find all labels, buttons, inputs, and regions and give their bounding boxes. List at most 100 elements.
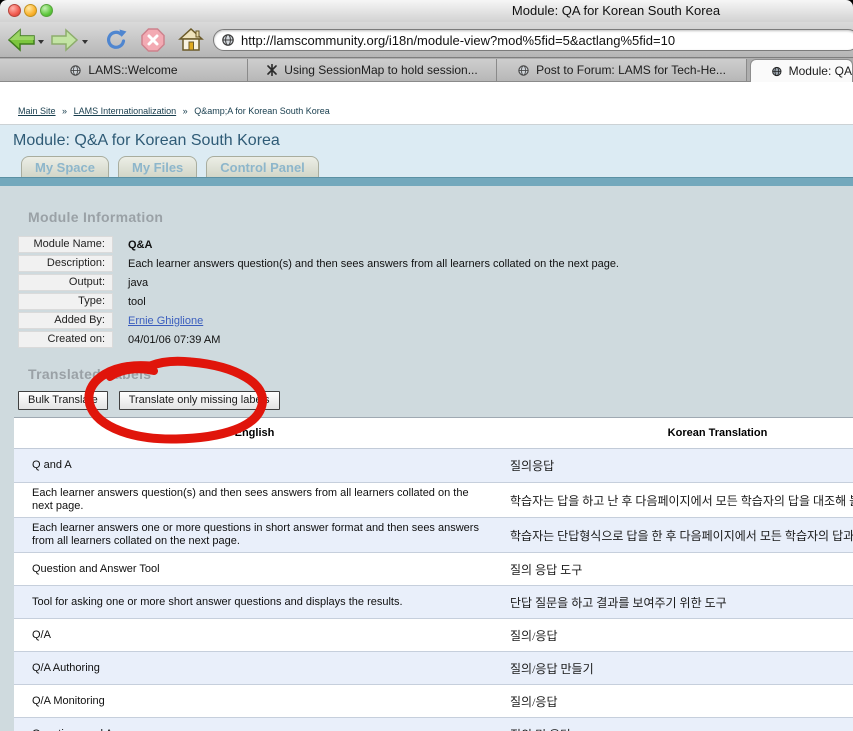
module-information-heading: Module Information — [28, 209, 163, 225]
english-cell: Q/A Monitoring — [14, 695, 495, 708]
back-icon[interactable] — [8, 28, 36, 52]
browser-tab-lams-welcome[interactable]: LAMS::Welcome — [0, 59, 248, 81]
field-label: Output: — [18, 274, 113, 291]
page-x-icon — [266, 64, 278, 76]
korean-cell: 학습자는 답을 하고 난 후 다음페이지에서 모든 학습자의 답을 대조해 볼 … — [495, 492, 853, 509]
site-nav-tabs: My Space My Files Control Panel — [21, 156, 328, 177]
browser-tab-post-forum[interactable]: Post to Forum: LAMS for Tech-He... — [497, 59, 747, 81]
created-on-value: 04/01/06 07:39 AM — [128, 334, 220, 346]
english-cell: Q and A — [14, 459, 495, 472]
english-cell: Question and Answer Tool — [14, 563, 495, 576]
stop-icon[interactable] — [139, 28, 167, 52]
browser-tab-label: Module: QA — [789, 64, 852, 78]
minimize-window-button[interactable] — [24, 4, 37, 17]
module-info-table: Module Name: Q&A Description: Each learn… — [18, 237, 619, 351]
home-icon[interactable] — [177, 28, 205, 52]
module-info-row: Added By: Ernie Ghiglione — [18, 313, 619, 328]
browser-tab-label: Post to Forum: LAMS for Tech-He... — [536, 63, 726, 77]
translation-table: English Korean Translation Q and A 질의응답 … — [14, 417, 853, 731]
module-info-row: Module Name: Q&A — [18, 237, 619, 252]
english-cell: Each learner answers one or more questio… — [14, 522, 495, 548]
breadcrumb-link-main-site[interactable]: Main Site — [18, 106, 56, 116]
breadcrumb-link-lams-i18n[interactable]: LAMS Internationalization — [74, 106, 177, 116]
field-label: Description: — [18, 255, 113, 272]
output-value: java — [128, 277, 148, 289]
tab-my-space[interactable]: My Space — [21, 156, 109, 177]
browser-tab-module-qa[interactable]: Module: QA — [750, 59, 853, 82]
window-title: Module: QA for Korean South Korea — [512, 3, 720, 18]
tab-control-panel[interactable]: Control Panel — [206, 156, 319, 177]
field-label: Created on: — [18, 331, 113, 348]
window-titlebar[interactable]: Module: QA for Korean South Korea — [0, 0, 853, 23]
korean-cell: 질의/응답 만들기 — [495, 660, 853, 677]
back-dropdown-icon[interactable] — [38, 40, 44, 44]
field-label: Type: — [18, 293, 113, 310]
browser-tabstrip: LAMS::Welcome Using SessionMap to hold s… — [0, 58, 853, 82]
description-value: Each learner answers question(s) and the… — [128, 258, 619, 270]
close-window-button[interactable] — [8, 4, 21, 17]
english-column-header: English — [14, 427, 495, 439]
page-top-area: Main Site » LAMS Internationalization » … — [0, 82, 853, 124]
breadcrumb-current: Q&amp;A for Korean South Korea — [194, 106, 330, 116]
translate-buttons-row: Bulk Translate Translate only missing la… — [18, 391, 291, 410]
korean-cell: 단답 질문을 하고 결과를 보여주기 위한 도구 — [495, 594, 853, 611]
url-text: http://lamscommunity.org/i18n/module-vie… — [241, 33, 675, 48]
english-cell: Q/A Authoring — [14, 662, 495, 675]
table-row[interactable]: Q and A 질의응답 — [14, 449, 853, 483]
table-row[interactable]: Tool for asking one or more short answer… — [14, 586, 853, 619]
english-cell: Questions and Answers — [14, 728, 495, 731]
browser-tab-sessionmap[interactable]: Using SessionMap to hold session... — [248, 59, 497, 81]
page-title: Module: Q&A for Korean South Korea — [13, 132, 280, 150]
breadcrumb: Main Site » LAMS Internationalization » … — [18, 106, 330, 116]
english-cell: Tool for asking one or more short answer… — [14, 596, 495, 609]
browser-tab-label: LAMS::Welcome — [88, 63, 177, 77]
page-content: Module Information Module Name: Q&A Desc… — [0, 186, 853, 731]
browser-toolbar: http://lamscommunity.org/i18n/module-vie… — [0, 22, 853, 58]
breadcrumb-separator: » — [62, 106, 67, 116]
forward-dropdown-icon[interactable] — [82, 40, 88, 44]
korean-cell: 학습자는 단답형식으로 답을 한 후 다음페이지에서 모든 학습자의 답과 대조… — [495, 527, 853, 544]
english-cell: Q/A — [14, 629, 495, 642]
url-field[interactable]: http://lamscommunity.org/i18n/module-vie… — [213, 29, 853, 51]
table-row[interactable]: Questions and Answers 질의 및 응답 — [14, 718, 853, 731]
globe-icon — [771, 65, 783, 78]
type-value: tool — [128, 296, 146, 308]
site-icon — [221, 33, 235, 47]
module-info-row: Created on: 04/01/06 07:39 AM — [18, 332, 619, 347]
browser-tab-label: Using SessionMap to hold session... — [284, 63, 477, 77]
globe-icon — [517, 64, 530, 77]
table-row[interactable]: Q/A Authoring 질의/응답 만들기 — [14, 652, 853, 685]
korean-cell: 질의응답 — [495, 457, 853, 474]
table-header-row: English Korean Translation — [14, 418, 853, 449]
tab-my-files[interactable]: My Files — [118, 156, 197, 177]
table-row[interactable]: Each learner answers question(s) and the… — [14, 483, 853, 518]
korean-cell: 질의 응답 도구 — [495, 561, 853, 578]
table-row[interactable]: Each learner answers one or more questio… — [14, 518, 853, 553]
forward-icon[interactable] — [50, 28, 78, 52]
korean-cell: 질의 및 응답 — [495, 726, 853, 731]
zoom-window-button[interactable] — [40, 4, 53, 17]
english-cell: Each learner answers question(s) and the… — [14, 487, 495, 513]
module-info-row: Description: Each learner answers questi… — [18, 256, 619, 271]
field-label: Added By: — [18, 312, 113, 329]
translated-labels-heading: Translated Labels — [28, 366, 151, 382]
korean-cell: 질의/응답 — [495, 627, 853, 644]
module-info-row: Type: tool — [18, 294, 619, 309]
field-label: Module Name: — [18, 236, 113, 253]
table-row[interactable]: Question and Answer Tool 질의 응답 도구 — [14, 553, 853, 586]
added-by-link[interactable]: Ernie Ghiglione — [128, 315, 203, 327]
bulk-translate-button[interactable]: Bulk Translate — [18, 391, 108, 410]
korean-column-header: Korean Translation — [495, 427, 853, 439]
reload-icon[interactable] — [102, 28, 130, 52]
table-row[interactable]: Q/A 질의/응답 — [14, 619, 853, 652]
module-name-value: Q&A — [128, 239, 152, 251]
globe-icon — [69, 64, 82, 77]
translate-missing-labels-button[interactable]: Translate only missing labels — [119, 391, 280, 410]
korean-cell: 질의/응답 — [495, 693, 853, 710]
page-header-band: Module: Q&A for Korean South Korea My Sp… — [0, 124, 853, 177]
table-row[interactable]: Q/A Monitoring 질의/응답 — [14, 685, 853, 718]
teal-divider-bar — [0, 177, 853, 186]
breadcrumb-separator: » — [183, 106, 188, 116]
module-info-row: Output: java — [18, 275, 619, 290]
browser-window: Module: QA for Korean South Korea — [0, 0, 853, 731]
